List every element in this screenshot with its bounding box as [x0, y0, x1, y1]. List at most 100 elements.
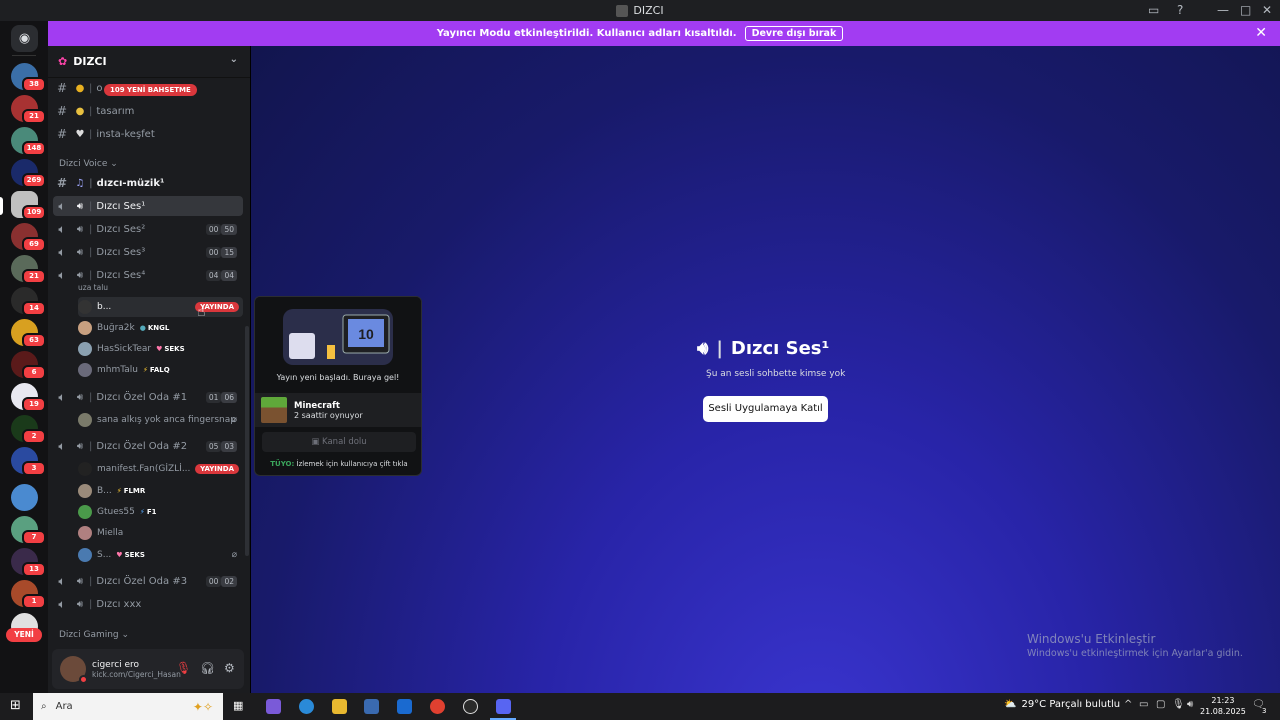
close-window-icon[interactable]: ✕ — [1262, 3, 1272, 17]
voice-channel-selected[interactable]: 🔈︎ 🔊︎ | Dızcı Ses¹ — [53, 196, 243, 216]
selected-server-pill — [0, 197, 3, 215]
lightning-icon: ⚡ — [116, 487, 122, 495]
network-icon[interactable]: ▭ — [1139, 699, 1148, 710]
outlook-icon[interactable] — [397, 699, 412, 714]
voice-user[interactable]: B... ⚡ FLMR — [78, 481, 243, 501]
user-count-current: 04 — [205, 269, 222, 281]
deafened-icon: ⌀ — [231, 415, 237, 425]
voice-user[interactable]: b... YAYINDA — [78, 297, 243, 317]
discord-home-icon[interactable]: ◉ — [11, 25, 38, 52]
voice-user[interactable]: Buğra2k ● KNGL — [78, 318, 243, 338]
user-count-limit: 02 — [221, 575, 237, 587]
voice-user[interactable]: Gtues55 ⚡ F1 — [78, 502, 243, 522]
user-count: 00 02 — [205, 575, 237, 587]
edge-icon[interactable] — [299, 699, 314, 714]
channel-name: Dızcı Özel Oda #1 — [96, 391, 188, 403]
text-channel[interactable]: # ♫ | dızcı-müzik¹ — [53, 173, 243, 193]
user-panel: cigerci ero kick.com/Cigerci_Hasan 🎙︎ 🎧︎… — [52, 649, 244, 689]
server-rail: ◉ 38 21 148 269 109 69 21 14 63 6 19 2 3… — [0, 21, 48, 693]
maximize-icon[interactable]: □ — [1240, 3, 1251, 17]
voice-user[interactable]: Miella — [78, 523, 243, 543]
avatar — [78, 413, 92, 427]
sidebar-scrollbar[interactable] — [245, 326, 249, 556]
text-channel[interactable]: # ♥ | insta-keşfet — [53, 124, 243, 144]
category-header[interactable]: Dizci Voice ⌄ — [59, 159, 118, 169]
windows-start-icon[interactable]: ⊞ — [10, 698, 21, 713]
gear-icon[interactable]: ⚙ — [224, 661, 235, 675]
voice-user[interactable]: S... ♥ SEKS ⌀ — [78, 545, 243, 565]
chevron-up-icon[interactable]: ^ — [1124, 699, 1132, 710]
new-mentions-pill[interactable]: 109 YENİ BAHSETME — [104, 84, 197, 96]
text-channel[interactable]: # ● | tasarım — [53, 101, 243, 121]
user-count-limit: 03 — [221, 440, 237, 452]
clan-tag: ⚡ FALQ — [143, 366, 170, 374]
microphone-icon[interactable]: 🎙︎ — [1172, 699, 1185, 710]
user-name: S... — [97, 550, 112, 560]
voice-channel[interactable]: 🔈︎ 🔊︎ | Dızcı Özel Oda #2 05 03 — [53, 436, 243, 456]
avatar[interactable] — [60, 656, 88, 684]
voice-user[interactable]: mhmTalu ⚡ FALQ — [78, 360, 243, 380]
user-count-current: 00 — [205, 223, 222, 235]
channel-name: Dızcı Ses⁴ — [96, 269, 146, 281]
avatar — [78, 363, 92, 377]
voice-user[interactable]: sana alkış yok anca fingersnap ⌀ — [78, 410, 243, 430]
join-voice-button[interactable]: Sesli Uygulamaya Katıl — [703, 396, 828, 422]
server-icon[interactable] — [11, 484, 38, 511]
category-header[interactable]: Dizci Gaming ⌄ — [59, 630, 129, 640]
voice-channel[interactable]: 🔈︎ 🔊︎ | Dızcı Özel Oda #3 00 02 — [53, 571, 243, 591]
store-icon[interactable] — [364, 699, 379, 714]
chevron-down-icon[interactable]: ⌄ — [230, 54, 238, 65]
avatar — [78, 548, 92, 562]
file-explorer-icon[interactable] — [332, 699, 347, 714]
weather-widget[interactable]: ⛅ 29°C Parçalı bulutlu — [1004, 699, 1120, 710]
user-count: 00 50 — [205, 223, 237, 235]
notification-count: 3 — [1262, 707, 1267, 715]
discord-taskbar-icon[interactable] — [496, 699, 511, 714]
taskbar-clock[interactable]: 21:23 21.08.2025 — [1200, 695, 1246, 717]
minimize-icon[interactable]: — — [1217, 3, 1229, 17]
taskbar-search[interactable]: ⌕ Ara ✦✧ — [33, 693, 223, 720]
new-unreads-pill[interactable]: YENİ — [6, 628, 42, 642]
channel-full-button[interactable]: ▣ Kanal dolu — [262, 432, 416, 452]
live-badge[interactable]: YAYINDA — [195, 464, 239, 474]
chrome-icon[interactable] — [430, 699, 445, 714]
mic-muted-icon[interactable]: 🎙︎ — [176, 661, 191, 675]
voice-user[interactable]: HasSickTear ♥ SEKS — [78, 339, 243, 359]
mention-badge: 14 — [22, 301, 46, 316]
partly-cloudy-icon: ⛅ — [1004, 699, 1017, 710]
search-icon: ⌕ — [41, 701, 47, 712]
voice-channel[interactable]: 🔈︎ 🔊︎ | Dızcı xxx — [53, 594, 243, 614]
voice-channel[interactable]: 🔈︎ 🔊︎ | Dızcı Ses³ 00 15 — [53, 242, 243, 262]
help-icon[interactable]: ? — [1177, 3, 1183, 17]
mention-badge: 2 — [22, 429, 46, 444]
server-logo-icon — [616, 4, 629, 17]
channel-name: Dızcı Ses² — [96, 223, 146, 235]
chevron-down-icon: ⌄ — [121, 630, 130, 640]
copilot-icon[interactable] — [266, 699, 281, 714]
device-icon[interactable]: ▢ — [1156, 699, 1165, 710]
tip-prefix: TÜYO: — [270, 460, 295, 468]
channel-name: dızcı-müzik¹ — [96, 177, 165, 189]
mention-badge: 69 — [22, 237, 46, 252]
headphones-icon[interactable]: 🎧︎ — [200, 661, 215, 675]
windows-activation-watermark: Windows'u Etkinleştir Windows'u etkinleş… — [1027, 632, 1243, 659]
lightning-icon: ⚡ — [139, 508, 145, 516]
close-banner-icon[interactable]: ✕ — [1255, 25, 1267, 41]
disable-streamer-mode-button[interactable]: Devre dışı bırak — [744, 26, 844, 41]
mention-badge: 6 — [22, 365, 46, 380]
voice-channel[interactable]: 🔈︎ 🔊︎ | Dızcı Özel Oda #1 01 06 — [53, 387, 243, 407]
user-count: 05 03 — [205, 440, 237, 452]
voice-channel[interactable]: 🔈︎ 🔊︎ | Dızcı Ses² 00 50 — [53, 219, 243, 239]
voice-user[interactable]: manifest.Fan(GİZLİ... YAYINDA — [78, 459, 243, 479]
task-view-icon[interactable]: ▦ — [233, 699, 243, 712]
voice-channel[interactable]: 🔈︎ 🔊︎ | Dızcı Ses⁴ 04 04 — [53, 265, 243, 285]
speaker-icon: 🔊︎ — [76, 246, 84, 258]
user-name: manifest.Fan(GİZLİ... — [97, 464, 191, 474]
game-name: Minecraft — [294, 400, 340, 411]
user-count-limit: 50 — [221, 223, 237, 235]
inbox-icon[interactable]: ▭ — [1148, 3, 1159, 17]
volume-icon[interactable]: 🔊︎ — [1187, 699, 1193, 710]
voice-channel-header: 🔊︎ | Dızcı Ses¹ — [697, 338, 829, 359]
server-header[interactable]: ✿ DIZCI ⌄ — [48, 46, 250, 78]
steam-icon[interactable] — [463, 699, 478, 714]
